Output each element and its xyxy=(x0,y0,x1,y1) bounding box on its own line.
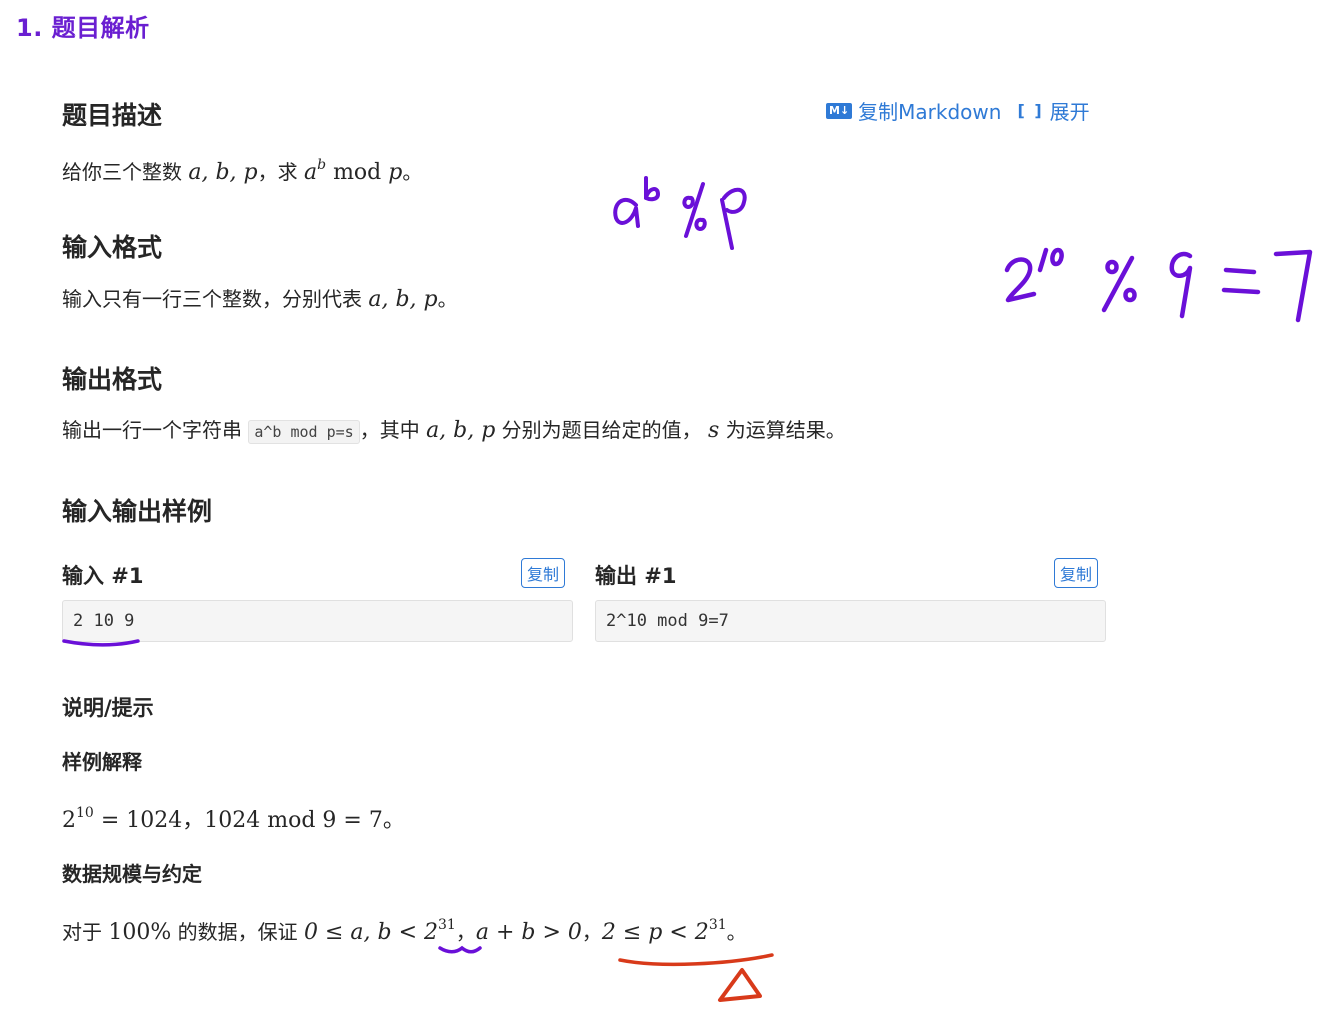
constraint-underline xyxy=(618,953,774,967)
output-format-vars: a, b, p xyxy=(426,418,496,443)
description-exp: b xyxy=(317,157,327,173)
scale-sep-2: ， xyxy=(581,920,602,944)
description-text-1: 给你三个整数 xyxy=(62,160,189,184)
data-scale-text: 对于 100% 的数据，保证 0 ≤ a, b < 231，a + b > 0，… xyxy=(62,910,747,948)
sample-output-label: 输出 #1 xyxy=(595,564,677,588)
scale-cond-sum: a + b > 0 xyxy=(475,920,582,945)
copy-markdown-button[interactable]: M↓ 复制Markdown xyxy=(826,96,1001,125)
hints-title: 说明/提示 xyxy=(62,696,154,720)
exponent-underline xyxy=(438,945,482,954)
copy-input-button[interactable]: 复制 xyxy=(521,558,566,588)
example-rest: = 1024，1024 mod 9 = 7。 xyxy=(93,808,405,833)
sample-input-label: 输入 #1 xyxy=(62,564,144,588)
data-scale-title: 数据规模与约定 xyxy=(62,862,202,886)
output-format-text-4: 为运算结果。 xyxy=(719,418,846,442)
description-title: 题目描述 xyxy=(62,101,163,130)
output-format-text-2: ，其中 xyxy=(359,418,427,442)
scale-cond-ab: 0 ≤ a, b < 2 xyxy=(303,920,439,945)
input-format-end: 。 xyxy=(437,287,458,311)
description-text: 给你三个整数 a, b, p，求 ab mod p。 xyxy=(62,150,422,188)
input-format-title: 输入格式 xyxy=(62,233,163,262)
samples-title: 输入输出样例 xyxy=(62,497,213,526)
output-format-text: 输出一行一个字符串 a^b mod p=s ，其中 a, b, p 分别为题目给定… xyxy=(62,415,846,447)
example-exp: 10 xyxy=(76,805,94,821)
scale-cond-p: 2 ≤ p < 2 xyxy=(601,920,709,945)
markdown-icon: M↓ xyxy=(826,102,853,119)
output-format-title: 输出格式 xyxy=(62,365,163,394)
output-format-text-3: 分别为题目给定的值， xyxy=(495,418,709,442)
note-2-pow-10-mod-9 xyxy=(1004,247,1313,323)
scale-text-2: 的数据，保证 xyxy=(171,920,304,944)
output-format-code: a^b mod p=s xyxy=(248,420,360,444)
input-format-vars: a, b, p xyxy=(368,287,438,312)
description-base: a xyxy=(303,160,318,185)
sample-output-box[interactable]: 2^10 mod 9=7 xyxy=(595,600,1106,642)
triangle-mark xyxy=(718,968,762,1002)
description-vars: a, b, p xyxy=(188,160,258,185)
scale-exp-1: 31 xyxy=(438,917,456,933)
scale-end: 。 xyxy=(726,920,747,944)
example-explanation-text: 210 = 1024，1024 mod 9 = 7。 xyxy=(62,798,405,836)
description-p: p xyxy=(388,160,403,185)
description-end: 。 xyxy=(402,160,423,184)
scale-percent: 100% xyxy=(108,920,172,945)
sample-input-box[interactable]: 2 10 9 xyxy=(62,600,573,642)
example-base: 2 xyxy=(62,808,76,833)
description-mod: mod xyxy=(326,160,389,185)
description-text-2: ，求 xyxy=(257,160,304,184)
output-format-text-1: 输出一行一个字符串 xyxy=(62,418,249,442)
output-format-s: s xyxy=(708,418,720,443)
scale-sep-1: ， xyxy=(455,920,476,944)
toolbar: M↓ 复制Markdown [ ] 展开 xyxy=(826,96,1090,125)
example-explanation-title: 样例解释 xyxy=(62,750,142,774)
copy-markdown-label: 复制Markdown xyxy=(858,100,1002,124)
expand-icon: [ ] xyxy=(1017,101,1044,120)
input-format-text-1: 输入只有一行三个整数，分别代表 xyxy=(62,287,369,311)
expand-button[interactable]: [ ] 展开 xyxy=(1017,96,1089,125)
section-heading: 1. 题目解析 xyxy=(16,14,150,42)
note-a-b-mod-p xyxy=(613,176,747,250)
copy-output-button[interactable]: 复制 xyxy=(1054,558,1099,588)
input-format-text: 输入只有一行三个整数，分别代表 a, b, p。 xyxy=(62,284,458,315)
scale-exp-2: 31 xyxy=(708,917,727,933)
scale-text-1: 对于 xyxy=(62,920,109,944)
expand-label: 展开 xyxy=(1049,100,1090,124)
